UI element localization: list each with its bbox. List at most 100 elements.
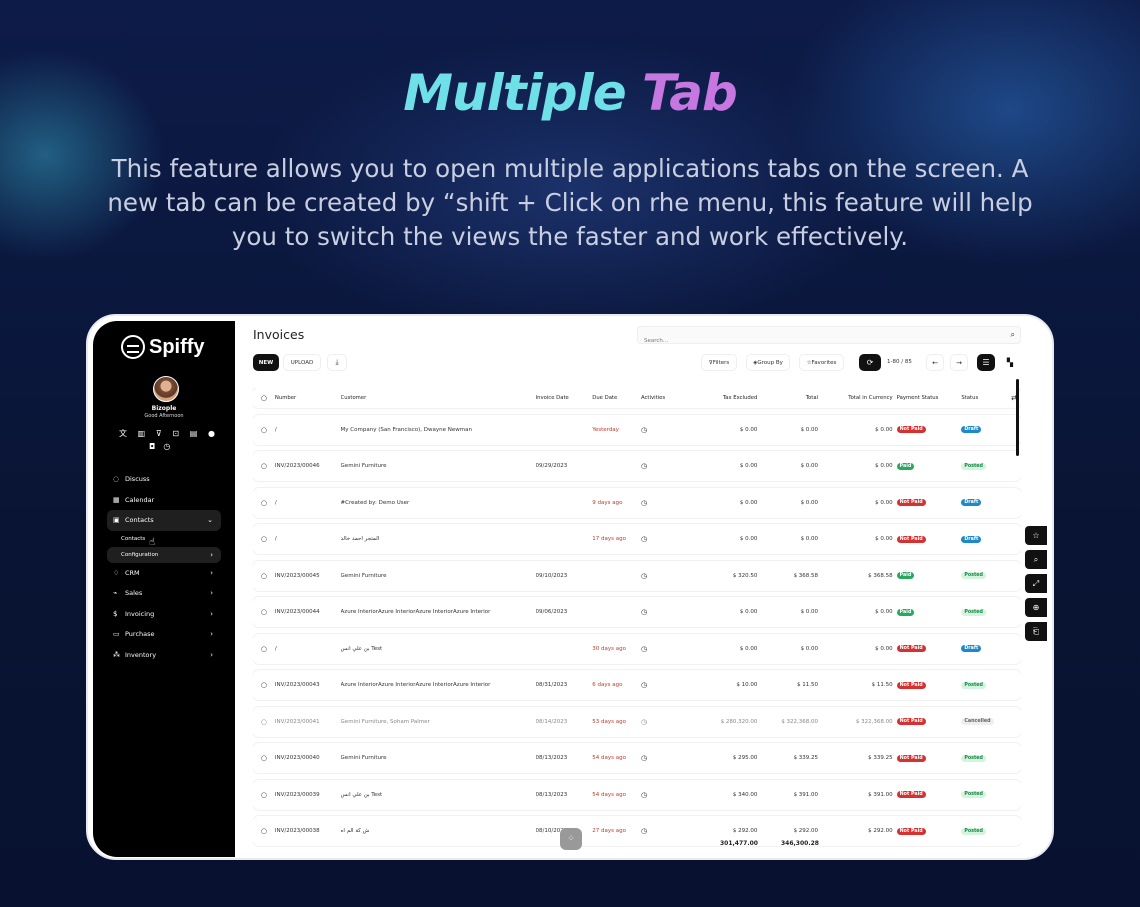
filter-icon[interactable]: ⊽ — [156, 429, 162, 439]
lock-icon[interactable]: ⊡ — [172, 429, 179, 439]
table-row[interactable]: ○ / المتجر أحمد خالد 17 days ago ◷ $ 0.00 $ 0.… — [253, 524, 1021, 554]
col-activities[interactable]: Activities — [641, 395, 683, 401]
table-row[interactable]: ○ INV/2023/00039 بن علي أنس Test 08/13/2023… — [253, 779, 1021, 810]
table-row[interactable]: ○ INV/2023/00043 Azure InteriorAzure Inter… — [253, 670, 1021, 700]
payment-status-cell: Paid — [893, 572, 962, 579]
upload-button[interactable]: UPLOAD — [283, 354, 321, 371]
select-all-radio[interactable]: ○ — [253, 394, 275, 402]
clock-icon[interactable]: ◷ — [641, 754, 683, 762]
new-button[interactable]: NEW — [253, 354, 279, 371]
payment-status-badge: Not Paid — [896, 791, 926, 798]
col-customer[interactable]: Customer — [341, 395, 536, 401]
cell-total: $ 339.25 — [793, 755, 819, 761]
row-select-radio[interactable]: ○ — [253, 462, 275, 470]
table-row[interactable]: ○ / #Created by: Demo User 9 days ago ◷ $ 0.0… — [253, 487, 1021, 518]
sidebar-item-invoicing[interactable]: $ Invoicing › — [107, 604, 221, 625]
row-select-radio[interactable]: ○ — [253, 681, 275, 689]
pager-value[interactable]: 1-80 / 85 — [887, 359, 912, 365]
favorites-button[interactable]: ☆ Favorites — [799, 354, 844, 371]
row-select-radio[interactable]: ○ — [253, 754, 275, 762]
row-select-radio[interactable]: ○ — [253, 535, 275, 543]
building-icon[interactable]: ▥ — [138, 429, 146, 439]
clock-icon[interactable]: ◷ — [641, 535, 683, 543]
payment-status-badge: Paid — [896, 608, 915, 616]
clock-icon[interactable]: ◷ — [641, 681, 683, 689]
table-row[interactable]: ○ INV/2023/00038 ش كة الم اه 08/10/2023 27 d… — [253, 816, 1021, 846]
row-select-radio[interactable]: ○ — [253, 718, 275, 726]
sidebar-item-inventory[interactable]: ⁂ Inventory › — [107, 645, 221, 666]
cell-number: INV/2023/00041 — [274, 718, 320, 725]
table-row[interactable]: ○ INV/2023/00041 Gemini Furniture, Soham P… — [253, 706, 1021, 737]
kanban-view-icon[interactable]: ▚ — [1001, 354, 1019, 371]
row-select-radio[interactable]: ○ — [253, 499, 275, 507]
arrow-right-icon[interactable]: → — [950, 354, 968, 371]
clock-icon[interactable]: ◷ — [641, 426, 683, 434]
sidebar-item-purchase[interactable]: ▭ Purchase › — [107, 624, 221, 645]
clock-icon[interactable]: ◷ — [641, 572, 683, 580]
col-number[interactable]: Number — [275, 395, 341, 401]
row-select-radio[interactable]: ○ — [253, 426, 275, 434]
clock-icon[interactable]: ◷ — [641, 645, 683, 653]
scrollbar[interactable] — [1016, 379, 1019, 456]
search-icon[interactable]: ⌕ — [1011, 330, 1015, 340]
search-input[interactable] — [638, 333, 978, 349]
table-row[interactable]: ○ / بن علي أنس Test 30 days ago ◷ $ 0.00 $ 0.0… — [253, 633, 1021, 664]
sidebar-item-contacts[interactable]: ▣ Contacts ⌄ — [107, 510, 221, 531]
group-by-button[interactable]: ◈ Group By — [746, 354, 790, 371]
clock-icon[interactable]: ◷ — [641, 608, 683, 616]
note-icon[interactable]: ▤ — [190, 429, 198, 439]
invoice-table: ○ Number Customer Invoice Date Due Date … — [253, 388, 1021, 848]
search-icon[interactable]: ⌕ — [1025, 550, 1047, 569]
col-payment-status[interactable]: Payment Status — [893, 395, 962, 401]
sidebar-item-crm[interactable]: ♢ CRM › — [107, 563, 221, 584]
clock-icon[interactable]: ◷ — [641, 499, 683, 507]
download-icon[interactable]: ⤓ — [327, 354, 347, 371]
clock-icon[interactable]: ◷ — [641, 791, 683, 799]
table-row[interactable]: ○ INV/2023/00046 Gemini Furniture 09/29/202… — [253, 451, 1021, 481]
cell-total-currency: $ 368.58 — [868, 572, 893, 579]
col-status[interactable]: Status — [961, 395, 1007, 401]
row-select-radio[interactable]: ○ — [253, 572, 275, 580]
refresh-icon[interactable]: ⟳ — [859, 354, 881, 371]
sidebar-item-discuss[interactable]: ◌ Discuss — [107, 469, 221, 490]
bookmark-icon[interactable]: ⎗ — [1025, 622, 1047, 641]
col-total[interactable]: Total — [757, 395, 818, 401]
clock-icon[interactable]: ◷ — [641, 462, 683, 470]
table-row[interactable]: ○ / My Company (San Francisco), Dwayne New… — [253, 414, 1021, 445]
zoom-icon[interactable]: ⊕ — [1025, 598, 1047, 617]
col-invoice-date[interactable]: Invoice Date — [536, 395, 593, 401]
payment-status-badge: Not Paid — [896, 754, 926, 762]
arrow-left-icon[interactable]: ← — [926, 354, 944, 371]
col-total-currency[interactable]: Total in Currency — [818, 395, 892, 401]
sidebar-subitem-configuration[interactable]: Configuration › — [107, 546, 221, 563]
chat-icon[interactable]: ◘ — [149, 442, 155, 452]
sidebar-subitem-contacts[interactable]: Contacts — [107, 531, 221, 547]
cell-number: INV/2023/00046 — [274, 463, 320, 469]
cell-tax-excluded: $ 0.00 — [739, 536, 758, 542]
clock-icon[interactable]: ◷ — [641, 718, 683, 726]
cell-total: $ 322,368.00 — [781, 718, 819, 725]
list-view-icon[interactable]: ☰ — [977, 354, 995, 371]
cell-tax-excluded: $ 295.00 — [732, 755, 758, 761]
star-icon[interactable]: ☆ — [1025, 526, 1047, 545]
logo[interactable]: Spiffy — [121, 335, 205, 359]
table-row[interactable]: ○ INV/2023/00044 Azure InteriorAzure Inter… — [253, 597, 1021, 627]
table-row[interactable]: ○ INV/2023/00045 Gemini Furniture 09/10/202… — [253, 560, 1021, 591]
bulb-icon[interactable]: ● — [208, 429, 215, 439]
filters-button[interactable]: ⊽ Filters — [701, 354, 737, 371]
col-tax-excluded[interactable]: Tax Excluded — [683, 395, 758, 401]
row-select-radio[interactable]: ○ — [253, 827, 275, 835]
row-select-radio[interactable]: ○ — [253, 645, 275, 653]
sidebar-item-sales[interactable]: ⌁ Sales › — [107, 583, 221, 604]
sidebar-item-calendar[interactable]: ▦ Calendar — [107, 490, 221, 511]
apps-grid-icon[interactable]: ⁘ — [560, 828, 582, 850]
col-due-date[interactable]: Due Date — [592, 395, 641, 401]
translate-icon[interactable]: 文 — [119, 429, 127, 439]
avatar[interactable] — [153, 376, 179, 402]
timer-icon[interactable]: ◷ — [163, 442, 170, 452]
row-select-radio[interactable]: ○ — [253, 608, 275, 616]
clock-icon[interactable]: ◷ — [641, 827, 683, 835]
row-select-radio[interactable]: ○ — [253, 791, 275, 799]
expand-icon[interactable]: ⤢ — [1025, 574, 1047, 593]
table-row[interactable]: ○ INV/2023/00040 Gemini Furniture 08/13/202… — [253, 743, 1021, 773]
